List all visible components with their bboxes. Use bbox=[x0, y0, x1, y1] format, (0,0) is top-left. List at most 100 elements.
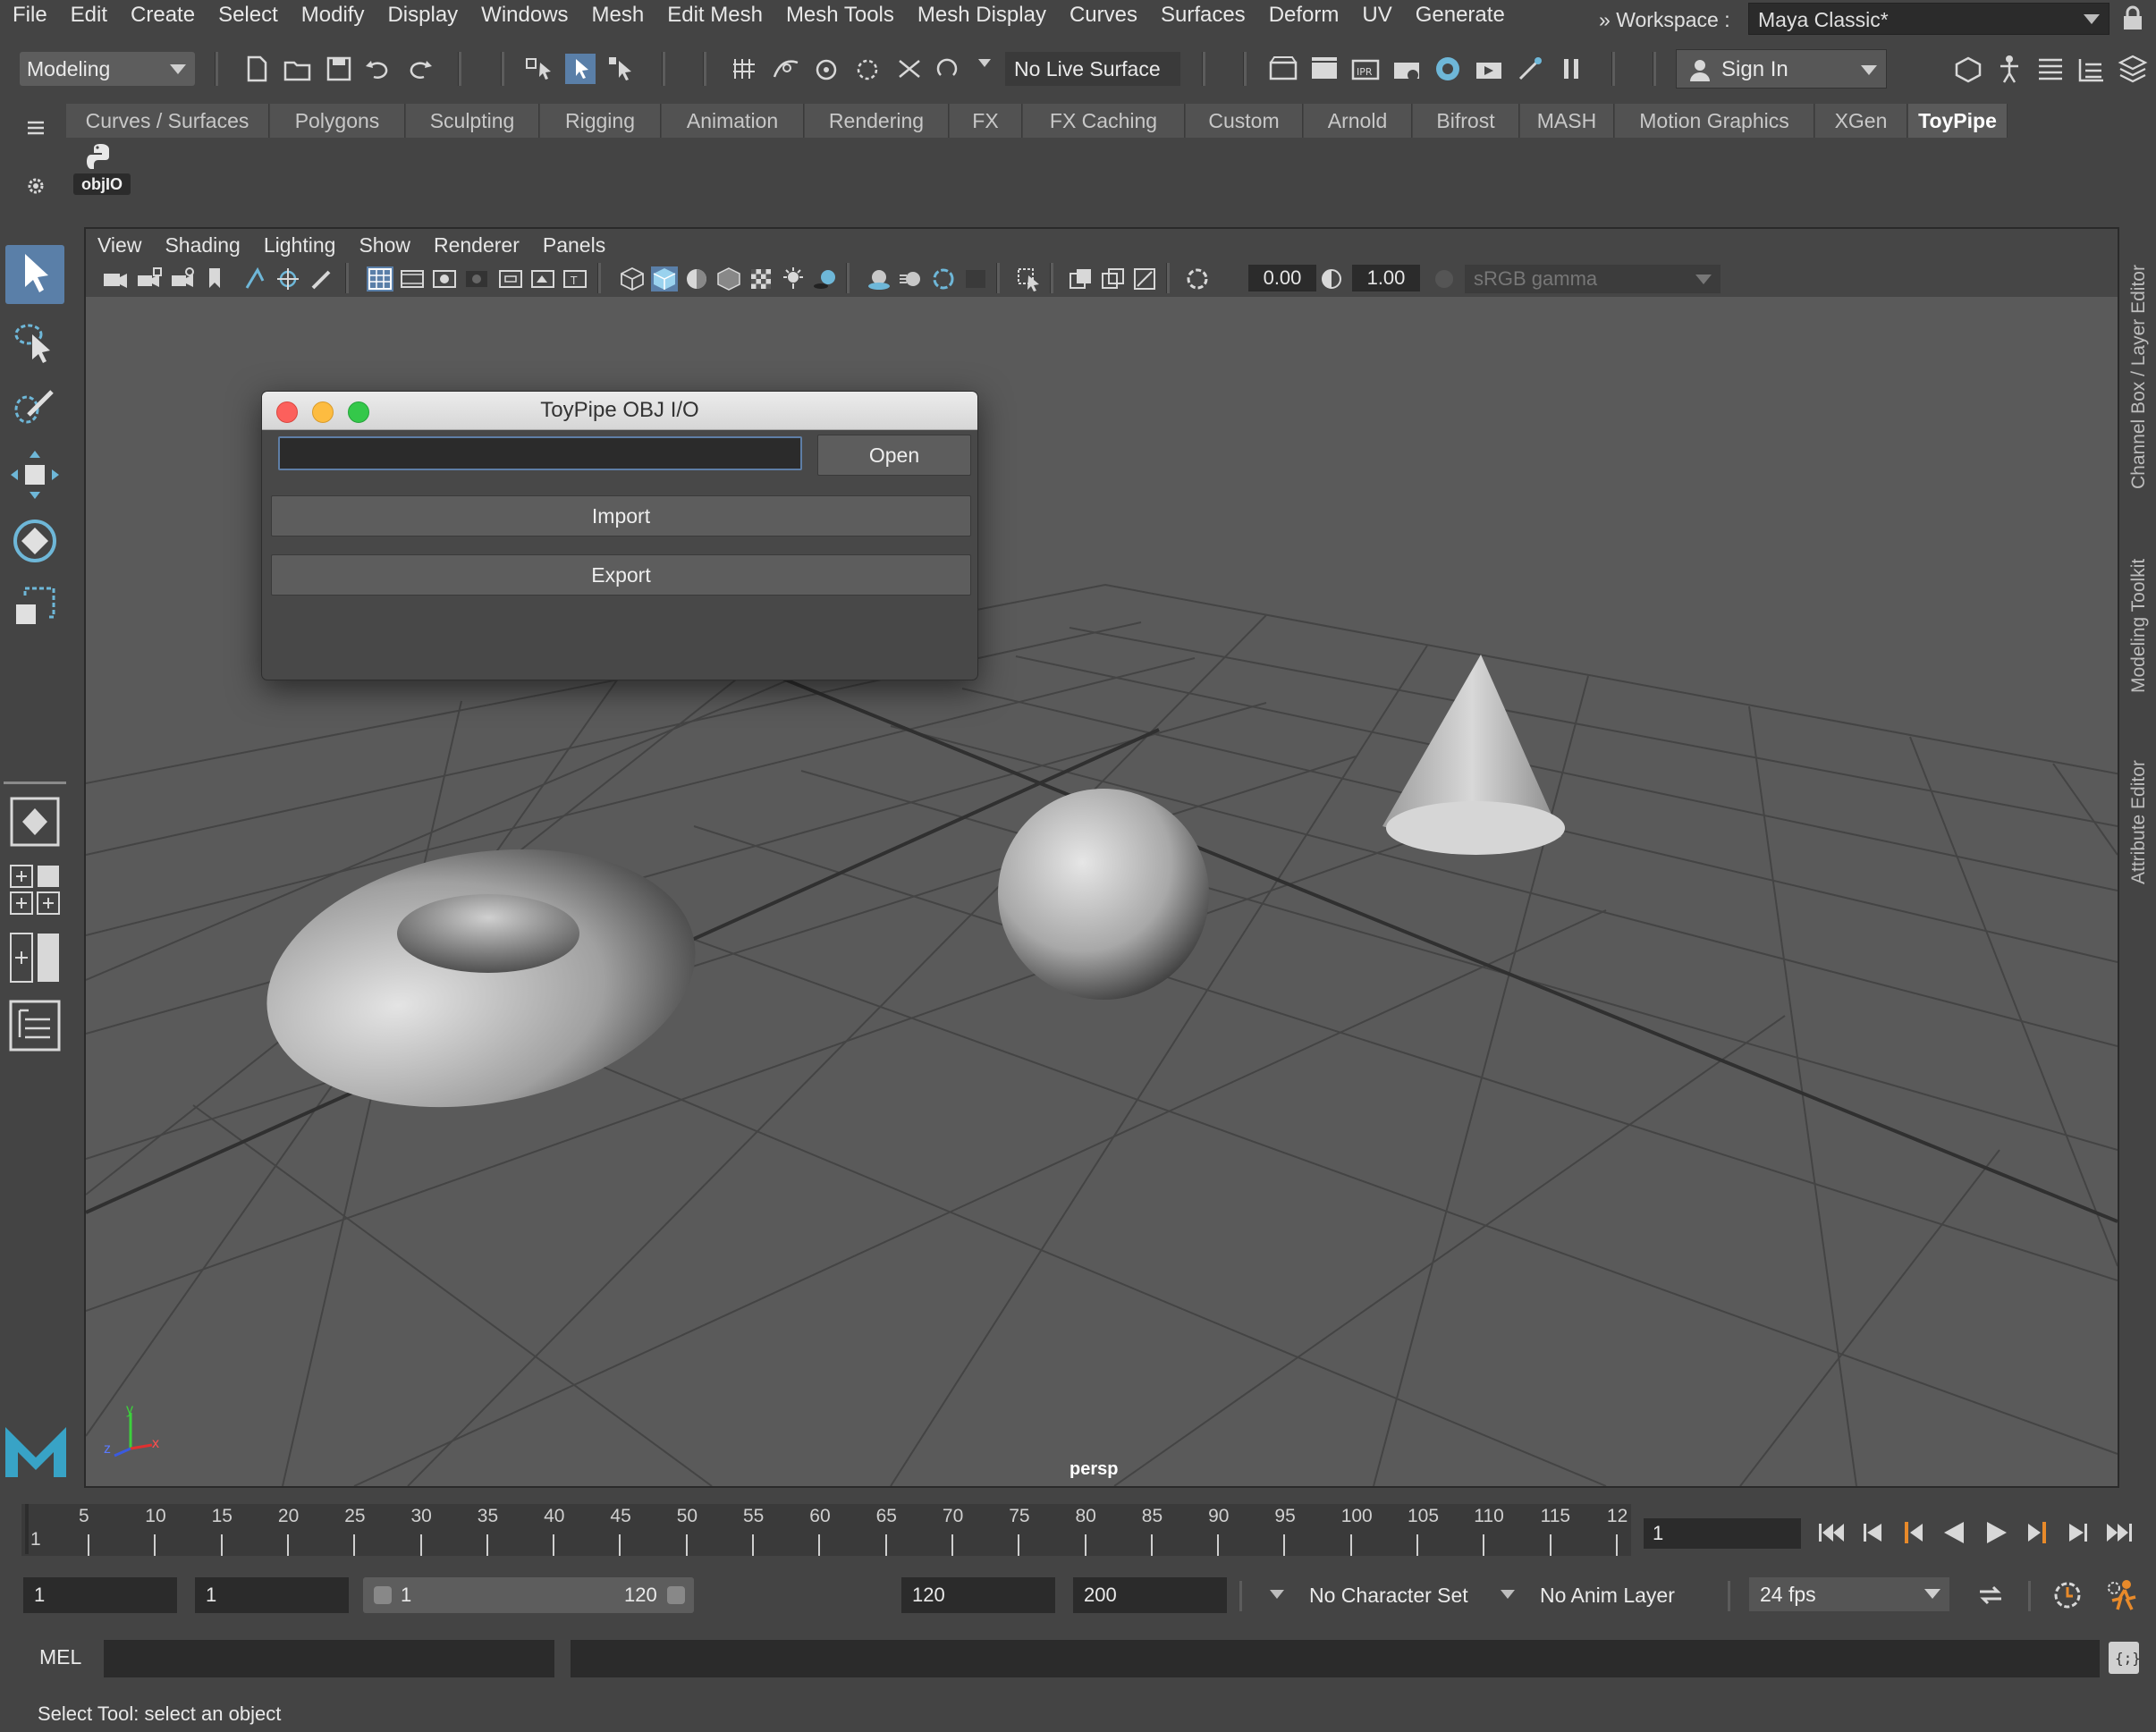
safe-action-icon[interactable] bbox=[529, 266, 556, 291]
select-component-icon[interactable] bbox=[606, 54, 637, 84]
shelf-tab-motion-graphics[interactable]: Motion Graphics bbox=[1615, 104, 1814, 138]
select-tool-button[interactable] bbox=[5, 245, 64, 304]
two-view-layout-icon[interactable] bbox=[9, 932, 61, 984]
viewport-menu-renderer[interactable]: Renderer bbox=[422, 229, 531, 261]
camera-attributes-icon[interactable] bbox=[170, 266, 197, 291]
command-input[interactable] bbox=[104, 1640, 554, 1677]
current-frame-field[interactable]: 1 bbox=[1644, 1518, 1801, 1549]
current-time-marker[interactable] bbox=[25, 1504, 29, 1554]
menu-edit-mesh[interactable]: Edit Mesh bbox=[655, 0, 774, 30]
snap-view-plane-icon[interactable] bbox=[853, 54, 884, 84]
shelf-menu-icon[interactable] bbox=[27, 120, 45, 136]
animation-end-field[interactable]: 200 bbox=[1073, 1577, 1227, 1613]
shadows-icon[interactable] bbox=[812, 266, 839, 291]
shelf-tab-polygons[interactable]: Polygons bbox=[270, 104, 405, 138]
channel-box-icon[interactable] bbox=[2118, 54, 2148, 84]
menu-mesh-display[interactable]: Mesh Display bbox=[906, 0, 1058, 30]
menu-mesh[interactable]: Mesh bbox=[580, 0, 656, 30]
undo-icon[interactable] bbox=[363, 54, 393, 84]
file-path-input[interactable] bbox=[278, 436, 802, 470]
modeling-toolkit-icon[interactable] bbox=[1953, 54, 1983, 84]
attribute-editor-icon[interactable] bbox=[2035, 54, 2066, 84]
pause-icon[interactable] bbox=[1556, 54, 1586, 84]
render-settings-icon[interactable] bbox=[1268, 54, 1298, 84]
wireframe-on-shaded-icon[interactable] bbox=[715, 266, 742, 291]
grid-toggle-icon[interactable] bbox=[367, 266, 393, 291]
sign-in-button[interactable]: Sign In bbox=[1676, 49, 1887, 89]
range-slider[interactable]: 1 120 bbox=[363, 1577, 694, 1613]
shelf-tab-toypipe[interactable]: ToyPipe bbox=[1908, 104, 2008, 138]
go-to-start-icon[interactable] bbox=[1815, 1518, 1847, 1547]
playback-end-field[interactable]: 120 bbox=[901, 1577, 1055, 1613]
playback-start-field[interactable]: 1 bbox=[195, 1577, 349, 1613]
redo-icon[interactable] bbox=[404, 54, 435, 84]
shelf-tab-rendering[interactable]: Rendering bbox=[805, 104, 949, 138]
sphere-object[interactable] bbox=[998, 789, 1209, 1000]
step-back-frame-icon[interactable] bbox=[1856, 1518, 1889, 1547]
save-scene-icon[interactable] bbox=[324, 54, 354, 84]
xray-joints-icon[interactable] bbox=[1132, 266, 1159, 291]
close-window-icon[interactable] bbox=[276, 401, 298, 423]
snap-together-icon[interactable] bbox=[935, 54, 966, 84]
double-chevron-icon[interactable]: » bbox=[1599, 8, 1611, 31]
snap-point-icon[interactable] bbox=[812, 54, 842, 84]
shelf-tab-custom[interactable]: Custom bbox=[1186, 104, 1303, 138]
xray-icon[interactable] bbox=[1068, 266, 1095, 291]
viewport-menu-lighting[interactable]: Lighting bbox=[252, 229, 348, 261]
default-material-icon[interactable] bbox=[683, 266, 710, 291]
ipr-render-icon[interactable]: IPR bbox=[1350, 54, 1381, 84]
shelf-tab-fx[interactable]: FX bbox=[950, 104, 1022, 138]
gear-icon[interactable] bbox=[25, 175, 47, 197]
2d-pan-zoom-icon[interactable] bbox=[275, 266, 302, 291]
bookmark-icon[interactable] bbox=[206, 266, 224, 291]
tab-channel-box-layer-editor[interactable]: Channel Box / Layer Editor bbox=[2128, 243, 2155, 511]
menu-mesh-tools[interactable]: Mesh Tools bbox=[774, 0, 906, 30]
open-scene-icon[interactable] bbox=[283, 54, 313, 84]
viewport-menu-view[interactable]: View bbox=[86, 229, 153, 261]
image-plane-icon[interactable] bbox=[243, 266, 270, 291]
shelf-tab-rigging[interactable]: Rigging bbox=[540, 104, 661, 138]
resolution-gate-icon[interactable] bbox=[431, 266, 458, 291]
snap-grid-icon[interactable] bbox=[730, 54, 760, 84]
paint-select-tool-button[interactable] bbox=[5, 379, 64, 438]
exposure-icon[interactable] bbox=[1184, 266, 1211, 291]
step-back-key-icon[interactable] bbox=[1898, 1518, 1930, 1547]
menu-surfaces[interactable]: Surfaces bbox=[1149, 0, 1257, 30]
field-chart-icon[interactable] bbox=[497, 266, 524, 291]
shelf-tab-mash[interactable]: MASH bbox=[1520, 104, 1614, 138]
anti-aliasing-icon[interactable] bbox=[930, 266, 957, 291]
chevron-down-icon[interactable] bbox=[978, 59, 991, 67]
hypershade-icon[interactable] bbox=[1433, 54, 1463, 84]
loop-icon[interactable] bbox=[1974, 1579, 2007, 1611]
xray-active-components-icon[interactable] bbox=[1100, 266, 1127, 291]
grease-pencil-icon[interactable] bbox=[309, 266, 336, 291]
film-gate-icon[interactable] bbox=[399, 266, 426, 291]
smooth-shade-icon[interactable] bbox=[651, 266, 678, 291]
step-forward-frame-icon[interactable] bbox=[2062, 1518, 2094, 1547]
menu-display[interactable]: Display bbox=[376, 0, 469, 30]
camera-select-icon[interactable] bbox=[102, 266, 129, 291]
exposure-field[interactable]: 0.00 bbox=[1248, 265, 1316, 291]
snap-live-icon[interactable] bbox=[894, 54, 925, 84]
export-button[interactable]: Export bbox=[271, 554, 971, 596]
snap-curve-icon[interactable] bbox=[771, 54, 801, 84]
shelf-tab-bifrost[interactable]: Bifrost bbox=[1413, 104, 1519, 138]
select-hierarchy-icon[interactable] bbox=[524, 54, 554, 84]
viewport-menu-show[interactable]: Show bbox=[347, 229, 422, 261]
safe-title-icon[interactable]: T bbox=[562, 266, 588, 291]
menu-modify[interactable]: Modify bbox=[290, 0, 376, 30]
camera-lock-icon[interactable] bbox=[136, 266, 163, 291]
import-button[interactable]: Import bbox=[271, 495, 971, 536]
script-language-toggle[interactable]: MEL bbox=[39, 1645, 81, 1669]
torus-object[interactable] bbox=[246, 817, 715, 1139]
play-forwards-icon[interactable] bbox=[1980, 1518, 2012, 1547]
light-editor-icon[interactable] bbox=[1515, 54, 1545, 84]
play-backwards-icon[interactable] bbox=[1939, 1518, 1971, 1547]
lock-icon[interactable] bbox=[2121, 5, 2144, 30]
render-view-icon[interactable] bbox=[1391, 54, 1422, 84]
depth-of-field-icon[interactable] bbox=[962, 266, 989, 291]
use-all-lights-icon[interactable] bbox=[780, 266, 807, 291]
menu-uv[interactable]: UV bbox=[1350, 0, 1403, 30]
viewport-menu-panels[interactable]: Panels bbox=[531, 229, 617, 261]
menu-set-select[interactable]: Modeling bbox=[20, 52, 195, 86]
